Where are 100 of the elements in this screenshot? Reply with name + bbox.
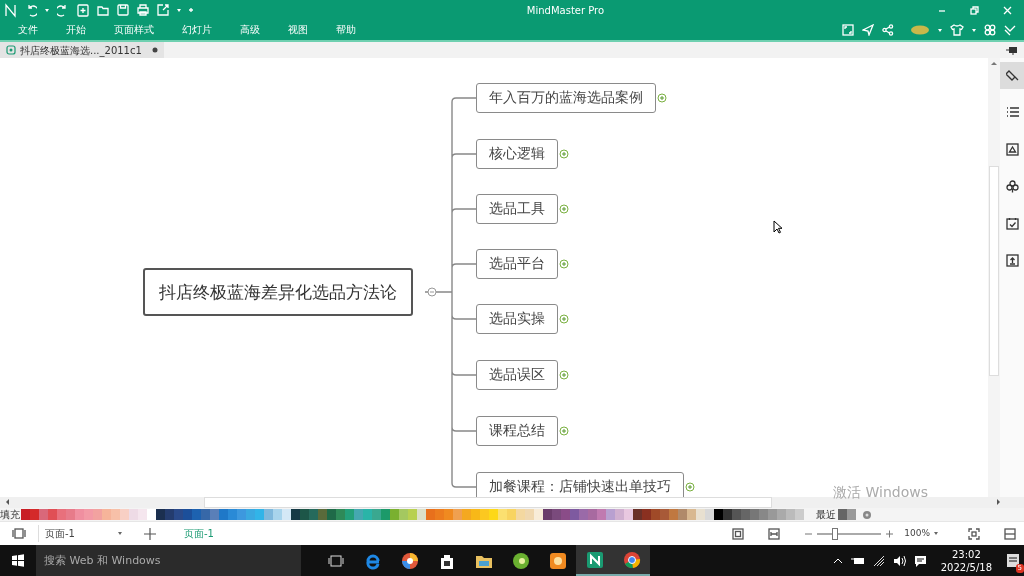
color-swatch[interactable]: [588, 509, 597, 520]
grid-icon[interactable]: [984, 24, 996, 36]
color-swatch[interactable]: [210, 509, 219, 520]
color-swatch[interactable]: [363, 509, 372, 520]
color-swatch[interactable]: [552, 509, 561, 520]
chevron-down-icon[interactable]: [1004, 24, 1016, 36]
color-swatch[interactable]: [723, 509, 732, 520]
color-swatch[interactable]: [48, 509, 57, 520]
color-swatch[interactable]: [273, 509, 282, 520]
app-circle-icon[interactable]: [511, 551, 530, 570]
topic-node[interactable]: 加餐课程：店铺快速出单技巧: [476, 472, 684, 497]
color-swatch[interactable]: [21, 509, 30, 520]
share-icon[interactable]: [882, 24, 894, 36]
expand-icon[interactable]: [559, 259, 569, 269]
color-swatch[interactable]: [561, 509, 570, 520]
color-swatch[interactable]: [93, 509, 102, 520]
color-swatch[interactable]: [633, 509, 642, 520]
zoom-slider-thumb[interactable]: [831, 527, 838, 540]
expand-icon[interactable]: [657, 93, 667, 103]
page-tab[interactable]: 页面-1: [172, 526, 226, 541]
color-swatch[interactable]: [354, 509, 363, 520]
caret-icon[interactable]: [45, 8, 49, 12]
expand-icon[interactable]: [559, 426, 569, 436]
topic-node[interactable]: 年入百万的蓝海选品案例: [476, 83, 656, 113]
color-swatch[interactable]: [417, 509, 426, 520]
color-swatch[interactable]: [228, 509, 237, 520]
color-swatch[interactable]: [507, 509, 516, 520]
menu-item[interactable]: 文件: [4, 20, 52, 40]
color-swatch[interactable]: [237, 509, 246, 520]
topic-node[interactable]: 选品工具: [476, 194, 558, 224]
clover-icon[interactable]: [1005, 180, 1019, 193]
speaker-icon[interactable]: [892, 554, 906, 567]
windows-start-icon[interactable]: [12, 554, 24, 567]
color-swatch[interactable]: [372, 509, 381, 520]
color-swatch[interactable]: [498, 509, 507, 520]
color-swatch[interactable]: [838, 509, 847, 520]
color-swatch[interactable]: [678, 509, 687, 520]
color-swatch[interactable]: [847, 509, 856, 520]
color-swatch[interactable]: [525, 509, 534, 520]
color-swatch[interactable]: [246, 509, 255, 520]
topic-node[interactable]: 课程总结: [476, 416, 558, 446]
notification-icon[interactable]: [1006, 552, 1020, 568]
caret-icon[interactable]: [177, 8, 181, 12]
menu-item[interactable]: 幻灯片: [168, 20, 226, 40]
expand-icon[interactable]: [559, 204, 569, 214]
color-swatch[interactable]: [687, 509, 696, 520]
chevron-up-icon[interactable]: [832, 556, 843, 565]
document-tab[interactable]: 抖店终极蓝海选..._2011c1: [0, 42, 164, 58]
menu-item[interactable]: 高级: [226, 20, 274, 40]
color-swatch[interactable]: [75, 509, 84, 520]
color-swatch[interactable]: [399, 509, 408, 520]
color-swatch[interactable]: [615, 509, 624, 520]
color-swatch[interactable]: [597, 509, 606, 520]
color-swatch[interactable]: [255, 509, 264, 520]
color-swatch[interactable]: [759, 509, 768, 520]
zoom-in-icon[interactable]: [885, 529, 895, 538]
expand-icon[interactable]: [559, 370, 569, 380]
menu-item[interactable]: 视图: [274, 20, 322, 40]
color-swatch[interactable]: [741, 509, 750, 520]
color-swatch[interactable]: [642, 509, 651, 520]
color-swatch[interactable]: [318, 509, 327, 520]
more-icon[interactable]: [189, 7, 193, 13]
scrollbar-thumb[interactable]: [204, 497, 772, 508]
restore-icon[interactable]: [970, 5, 979, 15]
color-swatch[interactable]: [138, 509, 147, 520]
upload-box-icon[interactable]: [1005, 254, 1019, 267]
color-swatch[interactable]: [336, 509, 345, 520]
color-swatch[interactable]: [264, 509, 273, 520]
color-swatch[interactable]: [309, 509, 318, 520]
color-swatch[interactable]: [543, 509, 552, 520]
color-swatch[interactable]: [102, 509, 111, 520]
color-swatch[interactable]: [282, 509, 291, 520]
chrome-icon[interactable]: [622, 550, 641, 569]
color-swatch[interactable]: [111, 509, 120, 520]
color-swatch[interactable]: [165, 509, 174, 520]
color-swatch[interactable]: [696, 509, 705, 520]
color-swatch[interactable]: [534, 509, 543, 520]
color-swatch[interactable]: [786, 509, 795, 520]
expand-icon[interactable]: [559, 314, 569, 324]
fit-page-icon[interactable]: [732, 527, 745, 540]
color-swatch[interactable]: [453, 509, 462, 520]
color-swatch[interactable]: [471, 509, 480, 520]
shirt-icon[interactable]: [950, 24, 964, 36]
color-swatch[interactable]: [750, 509, 759, 520]
app-tile-icon[interactable]: [548, 551, 567, 570]
color-swatch[interactable]: [462, 509, 471, 520]
color-swatch[interactable]: [192, 509, 201, 520]
color-swatch[interactable]: [120, 509, 129, 520]
color-swatch[interactable]: [39, 509, 48, 520]
color-swatch[interactable]: [129, 509, 138, 520]
color-swatch[interactable]: [390, 509, 399, 520]
color-swatch[interactable]: [660, 509, 669, 520]
color-swatch[interactable]: [516, 509, 525, 520]
fullscreen-icon[interactable]: [842, 24, 854, 36]
color-swatch[interactable]: [30, 509, 39, 520]
color-swatch[interactable]: [426, 509, 435, 520]
color-swatch[interactable]: [345, 509, 354, 520]
page-view-icon[interactable]: [12, 528, 26, 539]
caret-icon[interactable]: [972, 28, 976, 32]
color-swatch[interactable]: [651, 509, 660, 520]
